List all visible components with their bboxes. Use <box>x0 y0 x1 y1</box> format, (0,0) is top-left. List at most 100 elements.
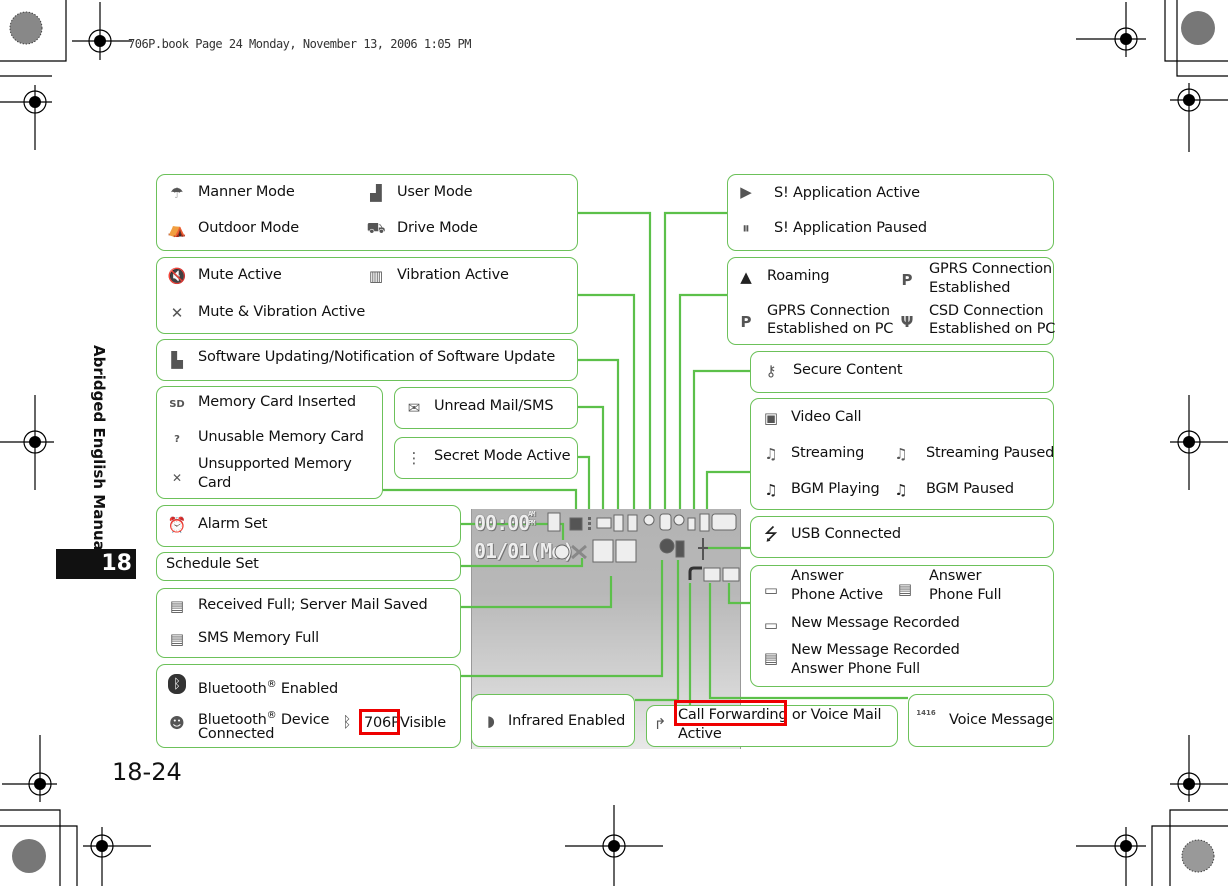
bgm-paused-label: BGM Paused <box>926 481 1014 497</box>
gprs-label-1: GPRS Connection <box>929 261 1052 277</box>
sidebar-title: Abridged English Manual <box>90 345 108 556</box>
mute-vibration-label: Mute & Vibration Active <box>198 304 366 320</box>
voicemsg-screen-icon <box>703 567 721 582</box>
infrared-screen-icon <box>675 540 685 558</box>
s-app-paused-icon: ⏸ <box>742 219 750 237</box>
sd-card-unsupported-icon: ✕ <box>171 471 183 485</box>
drive-mode-icon: ⛟ <box>366 219 386 237</box>
bluetooth-icon: ᛒ <box>168 674 186 694</box>
vibration-label: Vibration Active <box>397 267 509 283</box>
manner-screen-icon <box>643 514 655 526</box>
screen-time: 00:00 <box>474 511 530 535</box>
bluetooth-connected-label: Connected <box>198 726 275 742</box>
sms-full-screen-icon <box>615 539 637 563</box>
vibration-screen-icon <box>627 514 638 532</box>
manner-mode-label: Manner Mode <box>198 184 295 200</box>
streaming-paused-icon: ♫ <box>894 445 908 463</box>
sms-full-label: SMS Memory Full <box>198 630 319 646</box>
software-label: Software Updating/Notification of Softwa… <box>198 349 556 365</box>
memory-inserted-label: Memory Card Inserted <box>198 394 356 410</box>
bgm-playing-label: BGM Playing <box>791 481 880 497</box>
answer-full-label-2: Phone Full <box>929 587 1002 603</box>
voice-message-label: Voice Message <box>949 712 1054 728</box>
roaming-icon: ▲ <box>740 268 752 286</box>
unread-label: Unread Mail/SMS <box>434 398 554 414</box>
csd-pc-label-1: CSD Connection <box>929 303 1044 319</box>
memory-unsupported-label-2: Card <box>198 475 232 491</box>
software-update-icon: ▙ <box>171 351 183 369</box>
signal-icon <box>547 512 561 532</box>
received-full-icon: ▤ <box>169 597 185 615</box>
software-screen-icon <box>613 514 624 532</box>
schedule-label: Schedule Set <box>166 556 259 572</box>
secure-content-icon: ⚷ <box>765 362 777 380</box>
vibration-icon: ▥ <box>368 267 384 285</box>
gprs-screen-icon <box>673 514 685 526</box>
outdoor-mode-label: Outdoor Mode <box>198 220 299 236</box>
mail-screen-icon <box>596 517 612 529</box>
mute-icon: 🔇 <box>167 267 187 285</box>
secret-label: Secret Mode Active <box>434 448 571 464</box>
mute-vibration-icon: ✕ <box>170 304 184 322</box>
alarm-icon: ⏰ <box>167 516 187 534</box>
call-forwarding-rest-text: or Voice Mail <box>787 707 882 723</box>
answer-phone-full-icon: ▤ <box>897 580 913 598</box>
bt-word: Bluetooth <box>198 680 267 697</box>
received-full-screen-icon <box>592 539 614 563</box>
alarm-label: Alarm Set <box>198 516 268 532</box>
usb-icon: ⭍ <box>763 524 779 545</box>
gprs-icon: P <box>901 271 913 289</box>
new-message-icon: ▭ <box>763 616 779 634</box>
highlight-call-forwarding <box>674 700 787 726</box>
answer-active-label-2: Phone Active <box>791 587 883 603</box>
s-app-active-icon: ▶ <box>740 183 752 201</box>
video-call-label: Video Call <box>791 409 862 425</box>
memory-unusable-label: Unusable Memory Card <box>198 429 364 445</box>
schedule-screen-icon <box>571 544 587 560</box>
bt-device-screen-icon <box>659 538 675 554</box>
new-message-label: New Message Recorded <box>791 615 960 631</box>
user-mode-label: User Mode <box>397 184 473 200</box>
bluetooth-device-icon: ☻ <box>169 714 185 732</box>
usb-label: USB Connected <box>791 526 901 542</box>
bluetooth-enabled-label: Bluetooth® Enabled <box>198 676 338 698</box>
call-forwarding-icon: ↱ <box>653 715 667 733</box>
page-number: 18-24 <box>112 758 182 786</box>
infrared-icon: ◗ <box>487 712 495 730</box>
alarm-screen-icon <box>554 544 570 560</box>
screen-am: AM <box>528 510 536 518</box>
bt-device-suffix: Device <box>276 711 330 728</box>
newmsg-screen-icon <box>722 567 740 582</box>
screen-pm: PM <box>528 519 536 527</box>
roaming-label: Roaming <box>767 268 830 284</box>
secure-label: Secure Content <box>793 362 903 378</box>
video-call-icon: ▣ <box>763 409 779 427</box>
infrared-label: Infrared Enabled <box>508 713 626 729</box>
mail-icon: ✉ <box>407 399 421 417</box>
answer-active-label-1: Answer <box>791 568 844 584</box>
sd-card-icon: SD <box>169 398 185 410</box>
sapp-screen-icon <box>659 513 672 531</box>
gprs-pc-icon: P <box>740 313 752 331</box>
s-app-paused-label: S! Application Paused <box>774 220 927 236</box>
sd-screen-icon <box>569 517 583 531</box>
new-message-full-label-1: New Message Recorded <box>791 642 960 658</box>
streaming-label: Streaming <box>791 445 865 461</box>
mute-label: Mute Active <box>198 267 282 283</box>
memory-unsupported-label-1: Unsupported Memory <box>198 456 352 472</box>
s-app-active-label: S! Application Active <box>774 185 920 201</box>
sd-card-unusable-icon: ? <box>174 433 180 445</box>
drive-mode-label: Drive Mode <box>397 220 478 236</box>
secure-screen-icon <box>687 517 696 531</box>
battery-icon <box>711 513 737 531</box>
visible-suffix-label: Visible <box>400 715 446 731</box>
new-message-full-label-2: Answer Phone Full <box>791 661 920 677</box>
gprs-label-2: Established <box>929 280 1011 296</box>
bt-enabled-suffix: Enabled <box>276 680 339 697</box>
gprs-pc-label-1: GPRS Connection <box>767 303 890 319</box>
answer-full-label-1: Answer <box>929 568 982 584</box>
bluetooth-visible-icon: ᛒ <box>342 713 352 731</box>
registered-mark: ® <box>266 679 277 690</box>
bgm-playing-icon: ♫ <box>764 481 778 499</box>
sms-full-icon: ▤ <box>169 630 185 648</box>
